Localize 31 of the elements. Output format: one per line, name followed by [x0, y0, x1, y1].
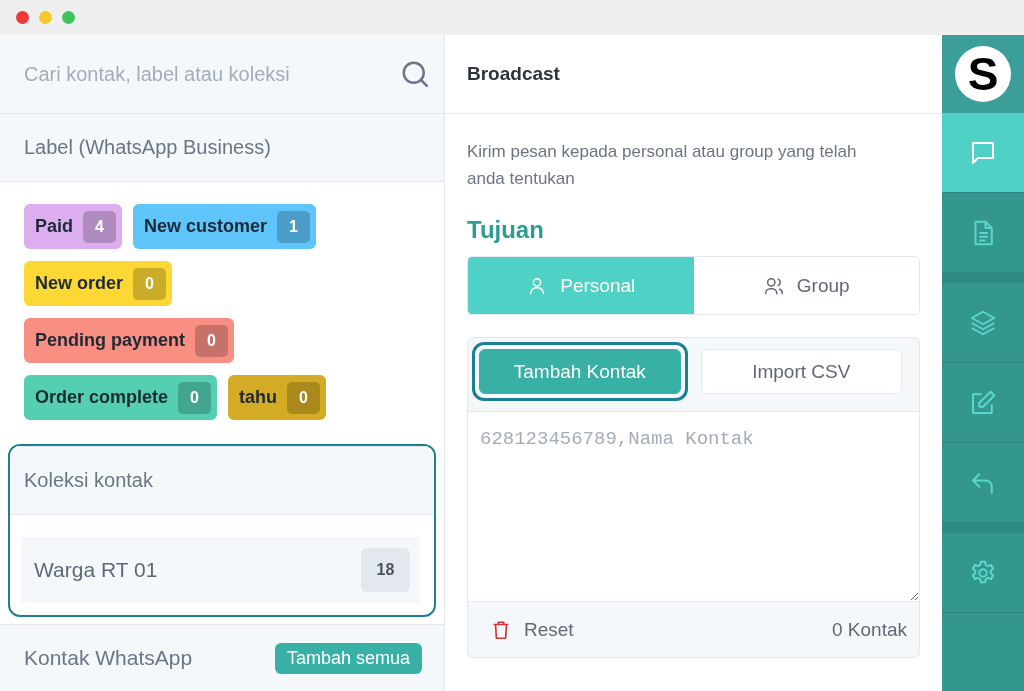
reset-button[interactable]: Reset — [490, 618, 574, 641]
app-logo: S — [955, 46, 1011, 102]
description-text: Kirim pesan kepada personal atau group yang telah anda tentukan — [467, 141, 858, 190]
section-title: Koleksi kontak — [24, 469, 153, 492]
label-chip[interactable]: New customer 1 — [133, 204, 317, 249]
label-count: 1 — [277, 210, 311, 243]
label-count: 0 — [133, 267, 167, 300]
label-chip[interactable]: Paid 4 — [24, 204, 122, 249]
contacts-textarea[interactable]: 628123456789,Nama Kontak — [468, 412, 919, 602]
rail-chat-button[interactable] — [942, 113, 1024, 193]
label-count: 0 — [195, 324, 229, 357]
maximize-button[interactable] — [62, 11, 75, 24]
search-icon[interactable] — [400, 59, 430, 89]
close-button[interactable] — [16, 11, 29, 24]
label-chip[interactable]: Pending payment 0 — [24, 318, 235, 363]
label-chip[interactable]: Order complete 0 — [24, 375, 218, 420]
input-mode-tab[interactable]: Import CSV — [700, 349, 902, 394]
collection-name: Warga RT 01 — [34, 558, 158, 582]
label-count: 0 — [178, 381, 212, 414]
collection-count: 18 — [361, 548, 410, 592]
label-chip[interactable]: tahu 0 — [228, 375, 327, 420]
section-title: Kontak WhatsApp — [24, 646, 193, 670]
collection-item[interactable]: Warga RT 01 18 — [22, 537, 420, 603]
contact-count: 0 Kontak — [832, 618, 907, 641]
section-title: Label (WhatsApp Business) — [24, 136, 271, 159]
page-title: Broadcast — [467, 63, 560, 85]
section-title: Tujuan — [467, 216, 545, 244]
label-count: 4 — [83, 210, 116, 243]
label-count: 0 — [287, 381, 321, 414]
label-chip[interactable]: New order 0 — [24, 261, 173, 306]
minimize-button[interactable] — [39, 11, 52, 24]
